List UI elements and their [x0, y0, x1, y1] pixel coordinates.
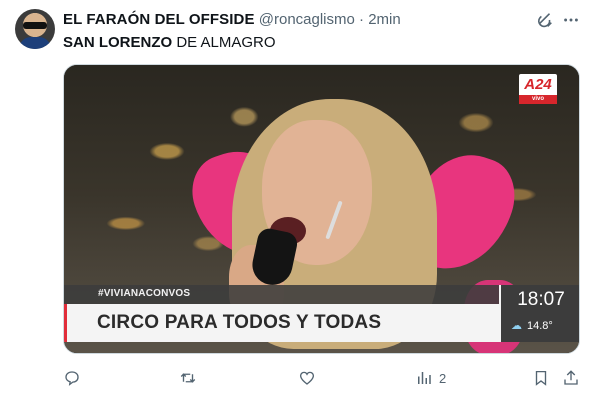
- temperature: 14.8°: [527, 320, 553, 332]
- avatar[interactable]: [15, 9, 55, 49]
- weather: ☁ 14.8°: [511, 319, 553, 332]
- retweet-icon: [180, 373, 196, 383]
- separator-dot: ·: [359, 11, 365, 28]
- cloud-rain-icon: ☁: [511, 320, 522, 332]
- bookmark-button[interactable]: [532, 366, 550, 390]
- reply-icon: [65, 371, 79, 386]
- retweet-button[interactable]: [179, 366, 197, 390]
- grok-icon[interactable]: [535, 10, 555, 30]
- tweet-text-bold: SAN LORENZO: [63, 34, 173, 51]
- action-bar: 2: [63, 366, 580, 390]
- tweet-card[interactable]: EL FARAÓN DEL OFFSIDE @roncaglismo · 2mi…: [0, 0, 593, 401]
- avatar-shirt: [19, 37, 51, 49]
- video-media[interactable]: A24 vivo #VIVIANACONVOS CIRCO PARA TODOS…: [63, 64, 580, 354]
- timestamp[interactable]: 2min: [368, 11, 401, 28]
- like-button[interactable]: [298, 366, 316, 390]
- tweet-text-rest: DE ALMAGRO: [172, 34, 276, 51]
- channel-logo-live: vivo: [519, 95, 557, 104]
- views-count: 2: [439, 370, 447, 386]
- share-icon: [564, 370, 578, 385]
- avatar-glasses: [23, 22, 47, 29]
- user-handle[interactable]: @roncaglismo: [259, 11, 355, 28]
- headline-bar: CIRCO PARA TODOS Y TODAS: [64, 304, 499, 342]
- headline-text: CIRCO PARA TODOS Y TODAS: [97, 312, 382, 333]
- clock-weather-panel: 18:07 ☁ 14.8°: [499, 285, 579, 342]
- channel-logo: A24 vivo: [519, 74, 557, 104]
- tweet-text: SAN LORENZO DE ALMAGRO: [63, 33, 276, 53]
- more-options-icon[interactable]: [561, 10, 581, 30]
- share-button[interactable]: [562, 366, 580, 390]
- views-button[interactable]: 2: [415, 366, 446, 390]
- heart-icon: [299, 371, 315, 385]
- display-name[interactable]: EL FARAÓN DEL OFFSIDE: [63, 11, 255, 28]
- bookmark-icon: [535, 370, 547, 386]
- show-hashtag: #VIVIANACONVOS: [98, 288, 191, 299]
- views-chart-icon: [418, 372, 431, 384]
- channel-logo-text: A24: [524, 76, 552, 93]
- tweet-header: EL FARAÓN DEL OFFSIDE @roncaglismo · 2mi…: [63, 11, 401, 29]
- lower-third-graphic: #VIVIANACONVOS CIRCO PARA TODOS Y TODAS …: [64, 285, 579, 353]
- reply-button[interactable]: [63, 366, 81, 390]
- hashtag-bar: #VIVIANACONVOS: [64, 285, 499, 304]
- clock: 18:07: [517, 289, 565, 310]
